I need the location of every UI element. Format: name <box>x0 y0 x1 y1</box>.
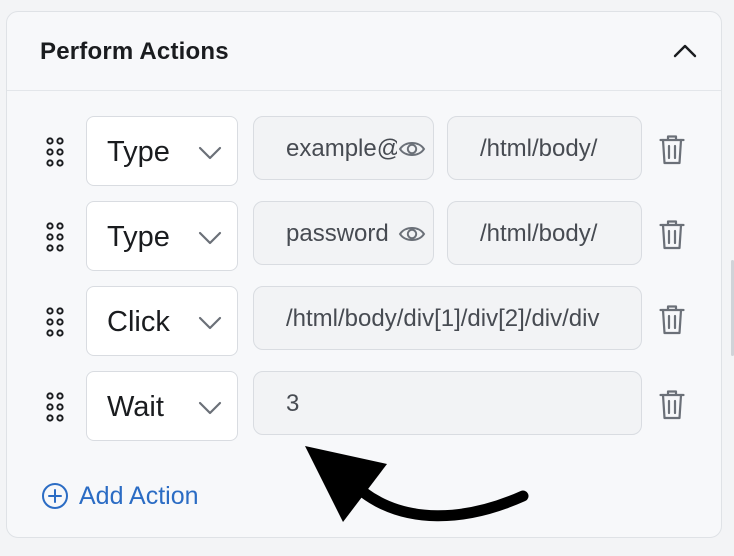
value-input[interactable]: example@ <box>253 116 434 180</box>
xpath-text: /html/body/div[1]/div[2]/div/div <box>286 305 600 332</box>
action-type-select[interactable]: Type <box>86 201 238 271</box>
value-input[interactable]: password <box>253 201 434 265</box>
trash-icon[interactable] <box>658 389 686 421</box>
trash-icon[interactable] <box>658 134 686 166</box>
action-type-select[interactable]: Click <box>86 286 238 356</box>
action-type-value: Wait <box>107 391 164 423</box>
action-row: Type example@ /html/body/ <box>7 116 721 188</box>
action-row: Wait 3 <box>7 371 721 443</box>
chevron-down-icon <box>198 401 222 415</box>
xpath-input[interactable]: /html/body/div[1]/div[2]/div/div <box>253 286 642 350</box>
action-type-select[interactable]: Wait <box>86 371 238 441</box>
add-action-label: Add Action <box>79 481 199 510</box>
drag-handle-icon[interactable] <box>44 221 66 253</box>
action-row: Click /html/body/div[1]/div[2]/div/div <box>7 286 721 358</box>
panel-title: Perform Actions <box>40 38 229 65</box>
eye-icon[interactable] <box>397 220 427 248</box>
collapse-button[interactable] <box>671 36 699 64</box>
add-action-button[interactable]: Add Action <box>41 480 199 512</box>
chevron-up-icon <box>673 44 697 58</box>
action-type-select[interactable]: Type <box>86 116 238 186</box>
value-text: example@ <box>286 135 399 162</box>
action-type-value: Type <box>107 221 170 253</box>
eye-icon[interactable] <box>397 135 427 163</box>
plus-circle-icon <box>42 483 68 509</box>
action-row: Type password /html/body/ <box>7 201 721 273</box>
drag-handle-icon[interactable] <box>44 136 66 168</box>
wait-duration-text: 3 <box>286 390 300 417</box>
wait-duration-input[interactable]: 3 <box>253 371 642 435</box>
drag-handle-icon[interactable] <box>44 306 66 338</box>
action-type-value: Type <box>107 136 170 168</box>
panel-header[interactable]: Perform Actions <box>7 12 721 91</box>
chevron-down-icon <box>198 231 222 245</box>
value-text: password <box>286 220 389 247</box>
xpath-text: /html/body/ <box>480 220 598 247</box>
xpath-text: /html/body/ <box>480 135 598 162</box>
trash-icon[interactable] <box>658 219 686 251</box>
action-type-value: Click <box>107 306 170 338</box>
chevron-down-icon <box>198 146 222 160</box>
xpath-input[interactable]: /html/body/ <box>447 201 642 265</box>
xpath-input[interactable]: /html/body/ <box>447 116 642 180</box>
chevron-down-icon <box>198 316 222 330</box>
drag-handle-icon[interactable] <box>44 391 66 423</box>
trash-icon[interactable] <box>658 304 686 336</box>
perform-actions-panel: Perform Actions Type example@ /html/body… <box>6 11 722 538</box>
